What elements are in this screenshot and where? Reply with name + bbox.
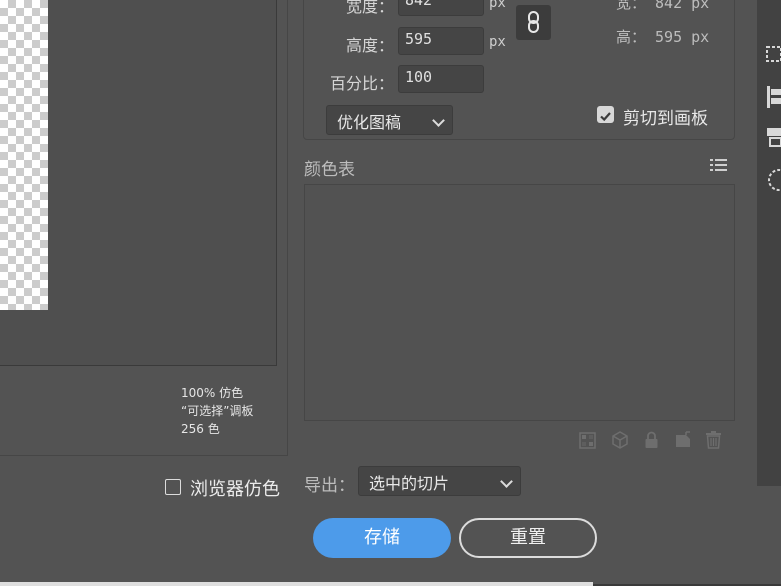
bottom-edge-light: [0, 582, 593, 586]
web-shift-cube-icon[interactable]: [611, 431, 629, 453]
save-button[interactable]: 存储: [313, 518, 451, 558]
panel-menu-icon[interactable]: [710, 157, 727, 176]
quality-select-value: 优化图稿: [337, 113, 402, 132]
preview-info-colors: 256 色: [181, 422, 220, 436]
width-label: 宽度：: [345, 0, 394, 16]
new-color-icon[interactable]: [674, 431, 692, 453]
delete-trash-icon[interactable]: [705, 430, 722, 453]
constrain-proportions-button[interactable]: [516, 5, 551, 40]
color-table-title: 颜色表: [304, 160, 355, 180]
export-select[interactable]: 选中的切片: [358, 466, 521, 496]
width-unit: px: [489, 0, 506, 11]
original-width: 宽： 842 px: [616, 0, 710, 12]
layers-tool-icon[interactable]: [766, 127, 781, 151]
height-label: 高度：: [345, 36, 394, 55]
height-input[interactable]: 595: [398, 27, 484, 55]
quality-select[interactable]: 优化图稿: [326, 105, 453, 135]
percent-input[interactable]: 100: [398, 65, 484, 93]
preview-info-palette: “可选择”调板: [181, 404, 254, 418]
original-height: 高： 595 px: [616, 28, 710, 46]
map-to-transparent-icon[interactable]: [579, 432, 596, 453]
width-input[interactable]: 842: [398, 0, 484, 16]
browser-dither-label[interactable]: 浏览器仿色: [190, 475, 280, 501]
chevron-down-icon: [500, 475, 513, 488]
percent-label: 百分比：: [329, 74, 394, 93]
transparency-checkerboard: [0, 0, 48, 310]
reset-button[interactable]: 重置: [459, 518, 597, 558]
right-toolbar: [757, 0, 781, 486]
clip-to-artboard-label[interactable]: 剪切到画板: [623, 104, 708, 129]
clip-to-artboard-checkbox[interactable]: [597, 106, 614, 123]
checkmark-icon: [599, 108, 612, 127]
chain-link-icon: [525, 10, 543, 34]
export-label: 导出：: [304, 476, 355, 496]
export-select-value: 选中的切片: [369, 474, 450, 493]
browser-dither-checkbox[interactable]: [165, 479, 181, 495]
color-table[interactable]: [304, 184, 735, 421]
crop-tool-icon[interactable]: [766, 44, 781, 68]
preview-info-dither: 100% 仿色: [181, 386, 244, 400]
chevron-down-icon: [432, 114, 445, 127]
shape-tool-icon[interactable]: [766, 168, 781, 196]
lock-color-icon[interactable]: [644, 431, 659, 453]
height-unit: px: [489, 34, 506, 50]
align-tool-icon[interactable]: [766, 85, 781, 113]
